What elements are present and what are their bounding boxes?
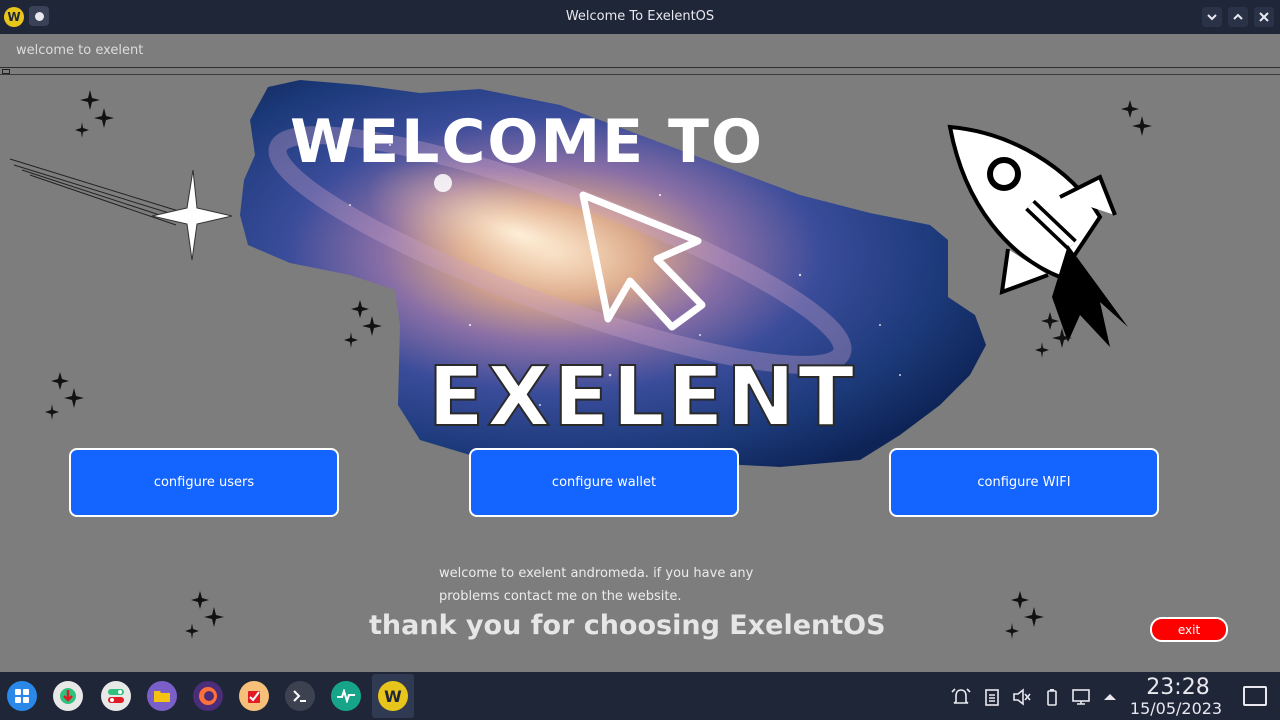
sparkle-icon (1121, 100, 1152, 136)
software-center-icon[interactable] (53, 681, 83, 711)
configure-users-button[interactable]: configure users (69, 448, 339, 517)
welcome-message-line-1: welcome to exelent andromeda. if you hav… (439, 566, 754, 581)
sparkle-icon (1005, 591, 1044, 639)
window-title: Welcome To ExelentOS (565, 9, 715, 24)
hero-exelent-text: EXELENT (428, 350, 857, 445)
chevron-down-icon (1207, 14, 1217, 21)
clock-time[interactable]: 23:28 (1130, 675, 1226, 700)
clock-date[interactable]: 15/05/2023 (1126, 699, 1226, 718)
welcome-banner: WELCOME TO EXELENT (9, 80, 1128, 467)
shooting-star-icon (9, 158, 233, 261)
firefox-icon[interactable] (193, 681, 223, 711)
exelent-welcome-icon[interactable]: W (378, 681, 408, 711)
window-titlebar: W Welcome To ExelentOS (0, 0, 1280, 34)
header-label: welcome to exelent (16, 43, 144, 58)
volume-muted-icon[interactable] (1011, 686, 1033, 708)
close-button[interactable] (1254, 7, 1274, 27)
sparkle-icon (45, 372, 84, 420)
hero-welcome-text: WELCOME TO (290, 107, 764, 177)
tray-expand-icon[interactable] (1099, 686, 1121, 708)
configure-wallet-button[interactable]: configure wallet (469, 448, 739, 517)
file-manager-icon[interactable] (147, 681, 177, 711)
settings-toggle-icon[interactable] (101, 681, 131, 711)
battery-icon[interactable] (1041, 686, 1063, 708)
thank-you-text: thank you for choosing ExelentOS (369, 610, 886, 641)
show-desktop-button[interactable] (1243, 686, 1267, 706)
maximize-button[interactable] (1228, 7, 1248, 27)
network-icon[interactable] (1070, 686, 1092, 708)
clipboard-icon[interactable] (981, 686, 1003, 708)
welcome-message-line-2: problems contact me on the website. (439, 589, 682, 604)
terminal-icon[interactable] (285, 681, 315, 711)
sparkle-icon (185, 591, 224, 639)
menu-header: welcome to exelent (0, 34, 1280, 68)
sparkle-icon (1035, 312, 1072, 358)
exit-button[interactable]: exit (1150, 617, 1228, 642)
sparkle-icon (344, 300, 382, 348)
notifications-icon[interactable] (950, 686, 972, 708)
sparkle-icon (75, 90, 114, 138)
minimize-button[interactable] (1202, 7, 1222, 27)
app-launcher-icon[interactable] (7, 681, 37, 711)
taskbar: W 23:28 15/05/2023 (0, 672, 1280, 720)
chevron-up-icon (1233, 13, 1243, 20)
configure-wifi-button[interactable]: configure WIFI (889, 448, 1159, 517)
system-monitor-icon[interactable] (331, 681, 361, 711)
close-icon (1259, 12, 1269, 22)
clipboard-app-icon[interactable] (239, 681, 269, 711)
